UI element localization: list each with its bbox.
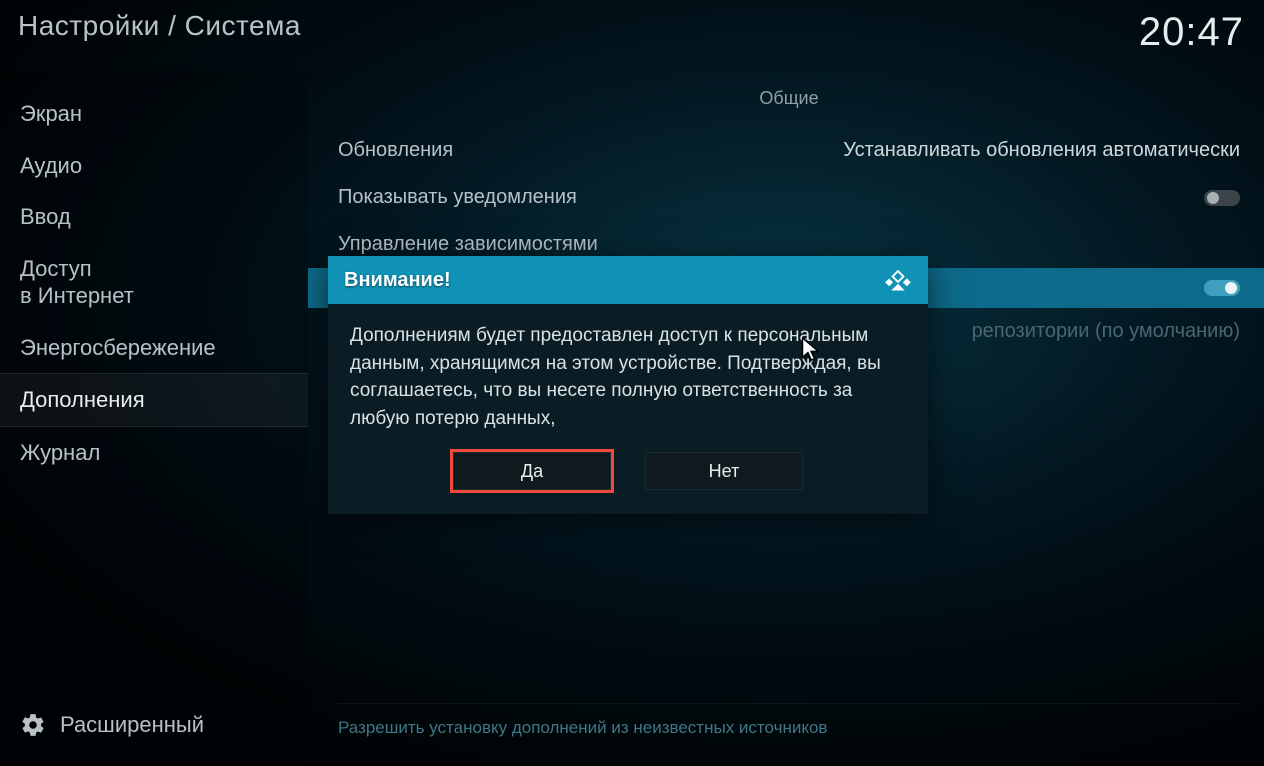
sidebar-item-input[interactable]: Ввод [0, 191, 308, 243]
setting-updates[interactable]: Обновления Устанавливать обновления авто… [338, 127, 1240, 174]
toggle-on-icon[interactable] [1204, 280, 1240, 296]
gear-icon [20, 712, 46, 738]
settings-level[interactable]: Расширенный [0, 698, 308, 766]
settings-level-label: Расширенный [60, 712, 204, 738]
section-title: Общие [338, 88, 1240, 109]
setting-label: Управление зависимостями [338, 233, 598, 256]
sidebar-item-label: Журнал [20, 440, 100, 465]
sidebar: Экран Аудио Ввод Доступ в Интернет Энерг… [0, 70, 308, 766]
setting-value: репозитории (по умолчанию) [972, 320, 1240, 343]
sidebar-item-addons[interactable]: Дополнения [0, 373, 308, 427]
sidebar-items: Экран Аудио Ввод Доступ в Интернет Энерг… [0, 88, 308, 698]
sidebar-item-internet[interactable]: Доступ в Интернет [0, 243, 308, 322]
sidebar-item-label: Экран [20, 101, 82, 126]
sidebar-item-label: Ввод [20, 204, 71, 229]
setting-notifications[interactable]: Показывать уведомления [338, 174, 1240, 221]
sidebar-item-display[interactable]: Экран [0, 88, 308, 140]
dialog-title: Внимание! [344, 269, 451, 292]
button-label: Да [521, 461, 543, 482]
no-button[interactable]: Нет [645, 452, 803, 490]
setting-label: Обновления [338, 139, 453, 162]
setting-label: Показывать уведомления [338, 186, 577, 209]
header: Настройки / Система 20:47 [0, 0, 1264, 55]
sidebar-item-label: Дополнения [20, 387, 145, 412]
dialog-body: Дополнениям будет предоставлен доступ к … [328, 304, 928, 442]
breadcrumb: Настройки / Система [18, 10, 301, 42]
sidebar-item-label: Аудио [20, 153, 82, 178]
clock: 20:47 [1139, 10, 1244, 55]
sidebar-item-logging[interactable]: Журнал [0, 427, 308, 479]
sidebar-item-power[interactable]: Энергосбережение [0, 322, 308, 374]
setting-value: Устанавливать обновления автоматически [843, 139, 1240, 162]
dialog-header: Внимание! [328, 256, 928, 304]
yes-button[interactable]: Да [453, 452, 611, 490]
sidebar-item-audio[interactable]: Аудио [0, 140, 308, 192]
sidebar-item-label: Энергосбережение [20, 335, 216, 360]
kodi-logo-icon [884, 266, 912, 294]
toggle-off-icon[interactable] [1204, 190, 1240, 206]
hint-text: Разрешить установку дополнений из неизве… [338, 703, 1240, 738]
warning-dialog: Внимание! Дополнениям будет предоставлен… [328, 256, 928, 514]
dialog-actions: Да Нет [328, 442, 928, 514]
button-label: Нет [709, 461, 740, 482]
sidebar-item-label: Доступ в Интернет [20, 256, 134, 309]
